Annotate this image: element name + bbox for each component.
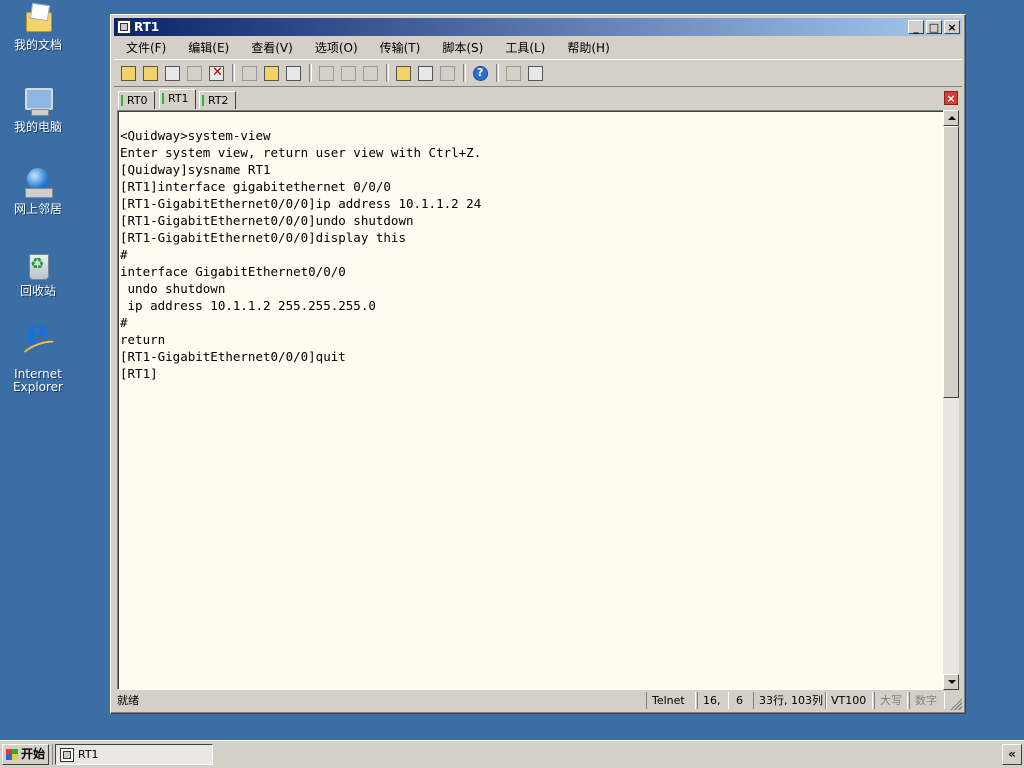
scroll-up-button[interactable] xyxy=(943,110,959,126)
find-icon[interactable] xyxy=(283,63,303,83)
tab-rt0[interactable]: RT0 xyxy=(118,91,155,109)
terminal-output[interactable]: <Quidway>system-view Enter system view, … xyxy=(117,110,945,690)
app-icon xyxy=(60,748,74,762)
title-bar[interactable]: RT1 _ □ × xyxy=(114,18,962,36)
taskbar: 开始 RT1 « xyxy=(0,740,1024,768)
status-bar: 就绪 Telnet 16, 6 33行, 103列 VT100 大写 数字 xyxy=(114,691,962,710)
print-preview-icon[interactable] xyxy=(338,63,358,83)
recycle-bin-icon xyxy=(21,248,55,282)
terminal-line: [RT1-GigabitEthernet0/0/0]ip address 10.… xyxy=(120,196,482,211)
desktop-icon-my-computer[interactable]: 我的电脑 xyxy=(0,84,76,134)
terminal-line: undo shutdown xyxy=(127,281,226,296)
network-places-icon xyxy=(21,166,55,200)
toolbar-separator xyxy=(309,64,312,82)
connect-icon[interactable] xyxy=(118,63,138,83)
keymap-icon[interactable] xyxy=(503,63,523,83)
terminal-line: <Quidway>system-view xyxy=(120,128,271,143)
global-options-icon[interactable] xyxy=(415,63,435,83)
scroll-down-button[interactable] xyxy=(943,674,959,690)
quick-connect-icon[interactable] xyxy=(140,63,160,83)
taskbar-item-rt1[interactable]: RT1 xyxy=(55,744,213,765)
resize-grip[interactable] xyxy=(950,698,962,710)
status-protocol: Telnet xyxy=(646,692,696,709)
help-icon[interactable] xyxy=(470,63,490,83)
tab-rt2[interactable]: RT2 xyxy=(199,91,236,109)
toolbar-separator xyxy=(496,64,499,82)
status-cursor-col: 6 xyxy=(736,694,743,707)
menu-transfer[interactable]: 传输(T) xyxy=(368,39,431,56)
reconnect-icon[interactable] xyxy=(184,63,204,83)
tray-toggle-button[interactable]: « xyxy=(1002,744,1022,765)
app-icon[interactable] xyxy=(117,20,131,34)
terminal-line: [RT1] xyxy=(120,366,158,381)
maximize-button[interactable]: □ xyxy=(926,20,942,34)
menu-view[interactable]: 查看(V) xyxy=(239,39,303,56)
toolbar-overflow-icon[interactable] xyxy=(525,63,543,83)
terminal-line: interface GigabitEthernet0/0/0 xyxy=(120,264,346,279)
status-size: 33行, 103列 xyxy=(753,692,827,709)
scroll-thumb[interactable] xyxy=(943,126,959,398)
taskbar-item-label: RT1 xyxy=(78,748,99,761)
desktop-icon-network-places[interactable]: 网上邻居 xyxy=(0,166,76,216)
menu-bar: 文件(F) 编辑(E) 查看(V) 选项(O) 传输(T) 脚本(S) 工具(L… xyxy=(114,37,962,57)
terminal-text: <Quidway>system-view Enter system view, … xyxy=(120,127,481,382)
menu-tools[interactable]: 工具(L) xyxy=(493,39,555,56)
copy-icon[interactable] xyxy=(239,63,259,83)
terminal-line: ip address 10.1.1.2 255.255.255.0 xyxy=(127,298,376,313)
terminal-line: [RT1]interface gigabitethernet 0/0/0 xyxy=(120,179,391,194)
desktop-icon-label: 我的文档 xyxy=(13,38,62,52)
disconnect-icon[interactable] xyxy=(206,63,226,83)
session-tabs: RT0 RT1 RT2 × xyxy=(114,89,962,109)
terminal-line: return xyxy=(120,332,166,347)
menu-options[interactable]: 选项(O) xyxy=(303,39,368,56)
connect-tab-icon[interactable] xyxy=(162,63,182,83)
toolbar xyxy=(114,59,962,87)
vertical-scrollbar[interactable] xyxy=(943,110,959,690)
toolbar-separator xyxy=(232,64,235,82)
paste-icon[interactable] xyxy=(261,63,281,83)
terminal-line: Enter system view, return user view with… xyxy=(120,145,482,160)
print-icon[interactable] xyxy=(360,63,380,83)
terminal-line: # xyxy=(120,315,128,330)
desktop-icon-label: 网上邻居 xyxy=(13,202,62,216)
minimize-button[interactable]: _ xyxy=(908,20,924,34)
menu-help[interactable]: 帮助(H) xyxy=(555,39,619,56)
desktop-icon-my-documents[interactable]: 我的文档 xyxy=(0,2,76,52)
menu-file[interactable]: 文件(F) xyxy=(114,39,176,56)
desktop-icon-label: 我的电脑 xyxy=(13,120,62,134)
status-emulation: VT100 xyxy=(825,692,873,709)
internet-explorer-icon xyxy=(21,325,55,365)
desktop-icon-label: Explorer xyxy=(13,380,63,394)
desktop-icon-internet-explorer[interactable]: Internet Explorer xyxy=(0,325,76,394)
start-button[interactable]: 开始 xyxy=(2,744,49,765)
status-num: 数字 xyxy=(909,692,945,709)
print-setup-icon[interactable] xyxy=(316,63,336,83)
toolbar-separator xyxy=(463,64,466,82)
terminal-line: # xyxy=(120,247,128,262)
close-button[interactable]: × xyxy=(944,20,960,34)
desktop-icon-recycle-bin[interactable]: 回收站 xyxy=(0,248,76,298)
terminal-line: [RT1-GigabitEthernet0/0/0]quit xyxy=(120,349,346,364)
menu-script[interactable]: 脚本(S) xyxy=(430,39,493,56)
desktop-icon-label: 回收站 xyxy=(19,284,56,298)
status-ready: 就绪 xyxy=(117,694,139,707)
window-title: RT1 xyxy=(134,20,160,34)
terminal-line: [Quidway]sysname RT1 xyxy=(120,162,271,177)
close-tab-icon[interactable]: × xyxy=(944,91,958,105)
terminal-line: [RT1-GigabitEthernet0/0/0]display this xyxy=(120,230,406,245)
terminal-window: RT1 _ □ × 文件(F) 编辑(E) 查看(V) 选项(O) 传输(T) … xyxy=(110,14,966,714)
start-label: 开始 xyxy=(21,747,46,761)
tab-rt1[interactable]: RT1 xyxy=(159,89,196,109)
my-computer-icon xyxy=(21,84,55,118)
toolbar-separator xyxy=(386,64,389,82)
menu-edit[interactable]: 编辑(E) xyxy=(176,39,239,56)
windows-logo-icon xyxy=(6,749,18,760)
status-cursor-row: 16, xyxy=(697,692,729,709)
terminal-line: [RT1-GigabitEthernet0/0/0]undo shutdown xyxy=(120,213,414,228)
key-icon[interactable] xyxy=(437,63,457,83)
my-documents-icon xyxy=(21,2,55,36)
session-options-icon[interactable] xyxy=(393,63,413,83)
status-caps: 大写 xyxy=(874,692,908,709)
